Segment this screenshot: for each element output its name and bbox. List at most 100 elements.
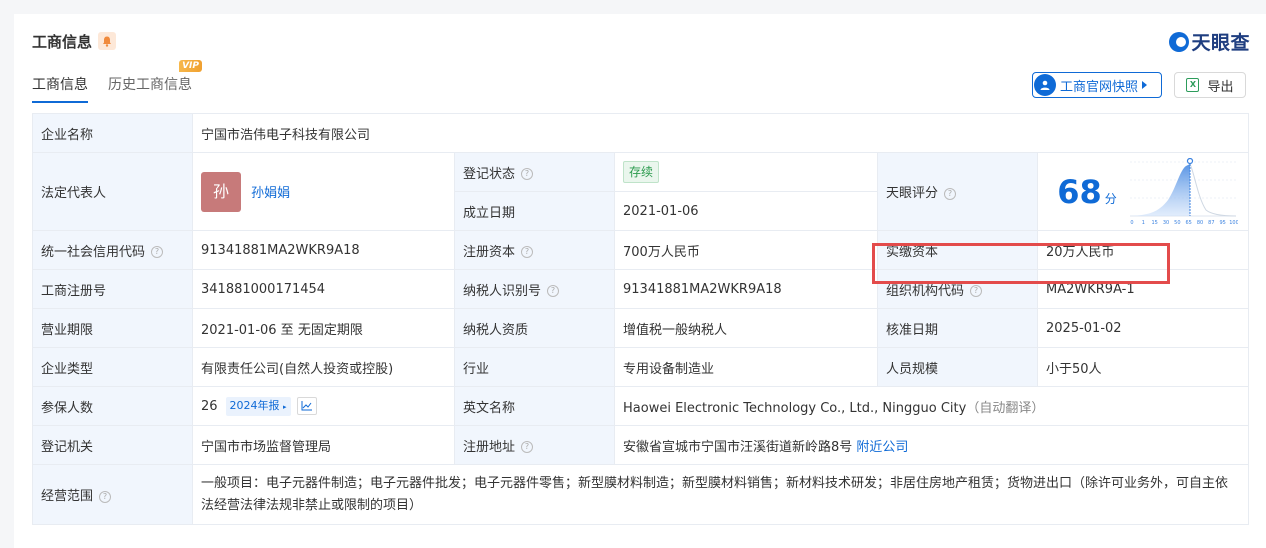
- table-row: 营业期限 2021-01-06 至 无固定期限 纳税人资质 增值税一般纳税人 核…: [32, 308, 1249, 348]
- help-icon[interactable]: ?: [547, 285, 560, 297]
- reg-capital-label-cell: 注册资本?: [454, 230, 615, 270]
- company-type-value: 有限责任公司(自然人投资或控股): [192, 347, 455, 387]
- reg-status-cell: 存续: [614, 152, 878, 192]
- credit-code-label: 统一社会信用代码: [41, 244, 146, 260]
- bell-icon[interactable]: [98, 32, 117, 50]
- address-cell: 安徽省宣城市宁国市汪溪街道新岭路8号 附近公司: [614, 425, 1249, 465]
- company-name-label: 企业名称: [32, 113, 193, 153]
- insured-value: 26: [201, 398, 218, 414]
- industry-label: 行业: [454, 347, 615, 387]
- term-label: 营业期限: [32, 308, 193, 348]
- address-label: 注册地址: [463, 439, 516, 455]
- scope-label: 经营范围: [41, 489, 94, 504]
- score-axis-tick: 95: [1219, 220, 1225, 226]
- help-icon[interactable]: ?: [151, 246, 164, 258]
- trend-chart-icon[interactable]: [296, 397, 317, 415]
- english-name-value: Haowei Electronic Technology Co., Ltd., …: [623, 400, 967, 416]
- score-axis-tick: 15: [1151, 220, 1157, 226]
- org-code-label-cell: 组织机构代码?: [877, 269, 1038, 309]
- credit-code-value: 91341881MA2WKR9A18: [192, 230, 455, 270]
- score-axis-tick: 65: [1185, 220, 1191, 226]
- english-name-cell: Haowei Electronic Technology Co., Ltd., …: [614, 386, 1249, 426]
- avatar[interactable]: 孙: [201, 171, 241, 212]
- brand-logo: 天眼查: [1169, 28, 1250, 55]
- term-value: 2021-01-06 至 无固定期限: [192, 308, 455, 348]
- tab-label: 工商信息: [32, 77, 88, 93]
- taxpayer-qual-label: 纳税人资质: [454, 308, 615, 348]
- nearby-companies-link[interactable]: 附近公司: [856, 440, 908, 455]
- help-icon[interactable]: ?: [521, 168, 534, 180]
- company-type-label: 企业类型: [32, 347, 193, 387]
- score-axis-tick: 80: [1197, 220, 1203, 226]
- industry-value: 专用设备制造业: [614, 347, 878, 387]
- taxpayer-id-value: 91341881MA2WKR9A18: [614, 269, 878, 309]
- staff-size-value: 小于50人: [1037, 347, 1249, 387]
- org-code-value: MA2WKR9A-1: [1037, 269, 1249, 309]
- tianyancha-logo-icon: [1169, 31, 1190, 52]
- score-cell[interactable]: 68 分 0 1 15 30 50 65 80 87 95 100: [1037, 152, 1249, 231]
- paid-capital-value: 20万人民币: [1037, 230, 1249, 270]
- taxpayer-id-label: 纳税人识别号: [463, 283, 542, 299]
- score-label: 天眼评分: [886, 186, 939, 201]
- tab-history-business-info[interactable]: 历史工商信息 VIP: [108, 60, 202, 103]
- staff-size-label: 人员规模: [877, 347, 1038, 387]
- table-row: 参保人数 26 2024年报 ▸ 英文名称 Haowei Electronic T…: [32, 386, 1249, 426]
- authority-label: 登记机关: [32, 425, 193, 465]
- authority-value: 宁国市市场监督管理局: [192, 425, 455, 465]
- table-row: 登记机关 宁国市市场监督管理局 注册地址? 安徽省宣城市宁国市汪溪街道新岭路8号…: [32, 425, 1249, 465]
- auto-translate-note: （自动翻译）: [966, 400, 1045, 416]
- help-icon[interactable]: ?: [970, 285, 983, 297]
- legal-rep-name-link[interactable]: 孙娟娟: [251, 186, 290, 201]
- section-title: 工商信息: [32, 32, 93, 51]
- score-axis-tick: 50: [1174, 220, 1180, 226]
- paid-capital-label: 实缴资本: [877, 230, 1038, 270]
- reg-capital-label: 注册资本: [463, 244, 516, 260]
- reg-capital-value: 700万人民币: [614, 230, 878, 270]
- score-distribution-chart: 0 1 15 30 50 65 80 87 95 100: [1130, 157, 1238, 226]
- approval-date-label: 核准日期: [877, 308, 1038, 348]
- caret-right-icon: ▸: [283, 402, 287, 411]
- company-name-value: 宁国市浩伟电子科技有限公司: [192, 113, 1249, 153]
- title-row: 工商信息: [32, 30, 117, 52]
- annual-report-tag[interactable]: 2024年报 ▸: [225, 396, 291, 416]
- score-axis-tick: 30: [1163, 220, 1169, 226]
- reg-no-value: 341881000171454: [192, 269, 455, 309]
- help-icon[interactable]: ?: [944, 187, 957, 200]
- table-row: 法定代表人 孙 孙娟娟 登记状态? 存续 天眼评分? 68 分 0 1 15 3…: [32, 152, 1249, 231]
- table-row: 企业名称 宁国市浩伟电子科技有限公司: [32, 113, 1249, 153]
- business-info-table: 企业名称 宁国市浩伟电子科技有限公司 法定代表人 孙 孙娟娟 登记状态? 存续 …: [32, 113, 1249, 525]
- score-axis-tick: 1: [1142, 220, 1145, 226]
- caret-right-icon: [1142, 81, 1148, 89]
- tab-bar: 工商信息 历史工商信息 VIP: [32, 60, 212, 103]
- credit-code-label-cell: 统一社会信用代码?: [32, 230, 193, 270]
- score-label-cell: 天眼评分?: [877, 152, 1038, 231]
- reg-status-label-cell: 登记状态?: [454, 152, 615, 192]
- annual-report-label: 2024年报: [229, 398, 280, 412]
- excel-icon: X: [1186, 78, 1200, 92]
- export-button[interactable]: X 导出: [1174, 72, 1246, 98]
- score-axis-tick: 100: [1229, 220, 1238, 226]
- score-axis-tick: 87: [1208, 220, 1214, 226]
- table-row: 统一社会信用代码? 91341881MA2WKR9A18 注册资本? 700万人…: [32, 230, 1249, 270]
- id-card-icon: [1034, 74, 1056, 96]
- tab-label: 历史工商信息: [108, 77, 192, 93]
- help-icon[interactable]: ?: [521, 441, 534, 453]
- reg-no-label: 工商注册号: [32, 269, 193, 309]
- table-row: 经营范围? 一般项目：电子元器件制造；电子元器件批发；电子元器件零售；新型膜材料…: [32, 464, 1249, 525]
- brand-name: 天眼查: [1191, 32, 1250, 54]
- official-snapshot-button[interactable]: 工商官网快照: [1032, 72, 1162, 98]
- english-name-label: 英文名称: [454, 386, 615, 426]
- help-icon[interactable]: ?: [521, 246, 534, 258]
- established-value: 2021-01-06: [614, 191, 878, 231]
- taxpayer-qual-value: 增值税一般纳税人: [614, 308, 878, 348]
- table-row: 企业类型 有限责任公司(自然人投资或控股) 行业 专用设备制造业 人员规模 小于…: [32, 347, 1249, 387]
- insured-label: 参保人数: [32, 386, 193, 426]
- org-code-label: 组织机构代码: [886, 283, 965, 299]
- address-label-cell: 注册地址?: [454, 425, 615, 465]
- score-unit: 分: [1104, 191, 1117, 206]
- help-icon[interactable]: ?: [99, 490, 112, 503]
- legal-rep-cell: 孙 孙娟娟: [192, 152, 455, 231]
- approval-date-value: 2025-01-02: [1037, 308, 1249, 348]
- tab-business-info[interactable]: 工商信息: [32, 74, 88, 103]
- legal-rep-label: 法定代表人: [32, 152, 193, 231]
